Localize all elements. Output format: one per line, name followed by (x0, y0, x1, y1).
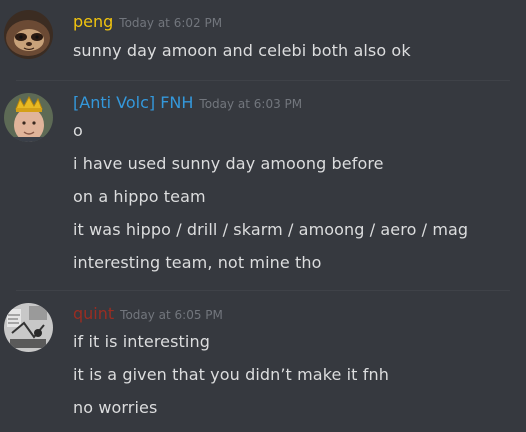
chat-messages: peng Today at 6:02 PM sunny day amoon and… (0, 0, 526, 432)
username[interactable]: quint (73, 304, 114, 323)
message-text: no worries (73, 398, 158, 417)
message-text: it is a given that you didn’t make it fn… (73, 365, 389, 384)
sketch-avatar-icon[interactable] (4, 303, 53, 352)
message-text: if it is interesting (73, 332, 210, 351)
message-header: quint Today at 6:05 PM (73, 304, 223, 323)
timestamp: Today at 6:05 PM (120, 308, 223, 322)
message-group: quint Today at 6:05 PM if it is interesti… (0, 0, 526, 432)
